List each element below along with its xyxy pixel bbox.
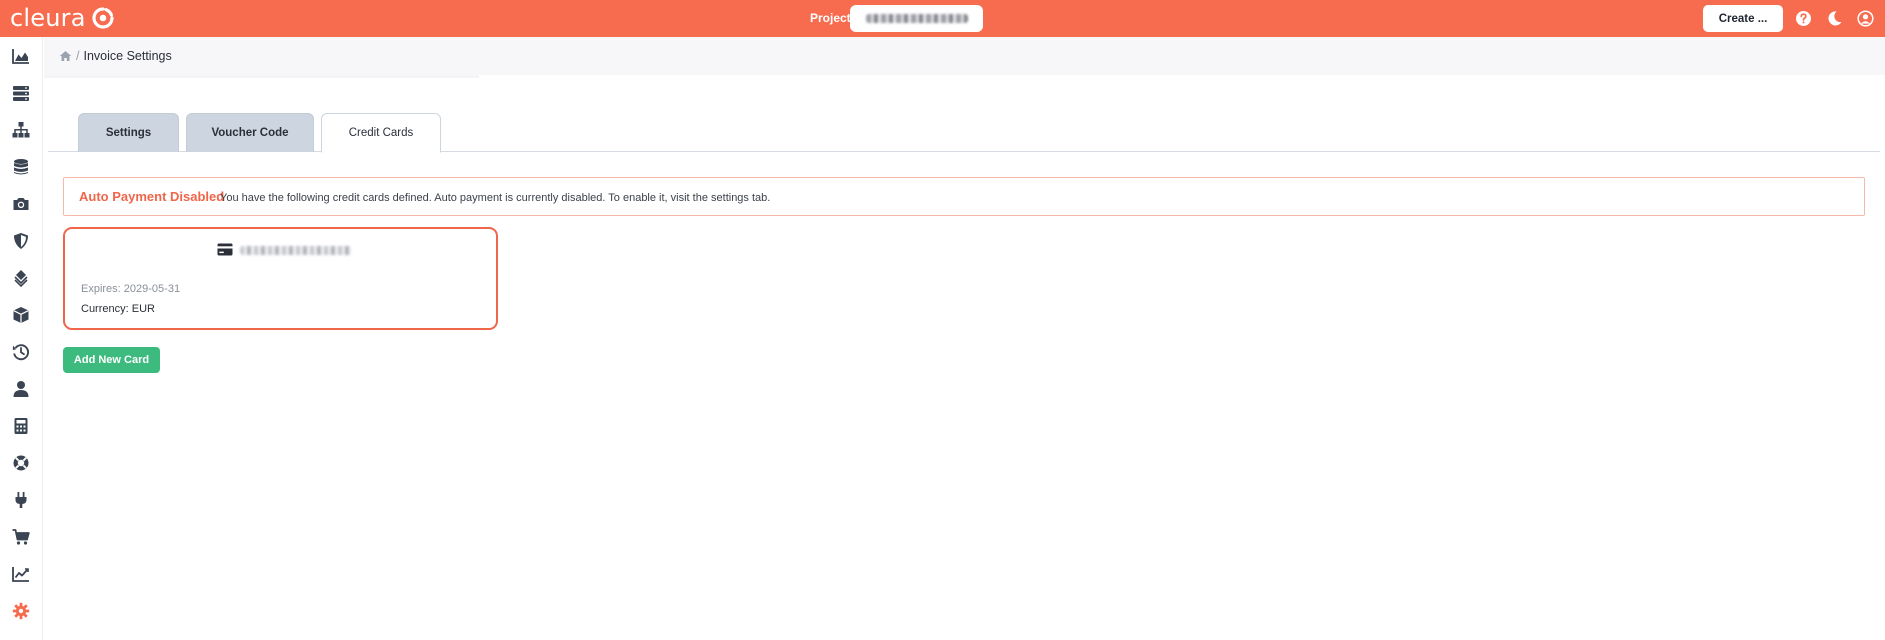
card-currency: Currency: EUR xyxy=(81,303,155,315)
tab-voucher-code[interactable]: Voucher Code xyxy=(186,113,314,152)
tab-credit-cards[interactable]: Credit Cards xyxy=(321,113,441,153)
server-stack-icon[interactable] xyxy=(12,84,30,102)
create-button[interactable]: Create ... xyxy=(1703,5,1783,32)
network-tree-icon[interactable] xyxy=(12,121,30,139)
cleura-logo[interactable]: cleura xyxy=(10,5,114,31)
history-icon[interactable] xyxy=(12,343,30,361)
redacted-card-number xyxy=(240,246,352,255)
card-expiry-date: Expires: 2029-05-31 xyxy=(81,283,181,295)
project-label: Project xyxy=(810,11,851,25)
alert-message: You have the following credit cards defi… xyxy=(220,192,771,204)
camera-icon[interactable] xyxy=(12,195,30,213)
home-icon[interactable] xyxy=(59,50,72,62)
logo-text: cleura xyxy=(10,4,86,32)
page-title: Invoice Settings xyxy=(83,49,172,63)
plug-icon[interactable] xyxy=(12,491,30,509)
life-ring-icon[interactable] xyxy=(12,454,30,472)
auto-payment-alert: Auto Payment Disabled You have the follo… xyxy=(63,177,1865,216)
credit-card-item[interactable]: Expires: 2029-05-31 Currency: EUR xyxy=(63,227,498,330)
logo-mark-icon xyxy=(92,7,114,29)
alert-title: Auto Payment Disabled xyxy=(79,189,225,204)
breadcrumb-bar xyxy=(44,37,1885,75)
cart-icon[interactable] xyxy=(12,528,30,546)
breadcrumb: / Invoice Settings xyxy=(59,49,172,63)
cube-icon[interactable] xyxy=(12,306,30,324)
sidebar xyxy=(0,37,43,640)
line-chart-icon[interactable] xyxy=(12,565,30,583)
redacted-project-name xyxy=(866,14,968,23)
user-icon[interactable] xyxy=(12,380,30,398)
top-bar: cleura Project Create ... xyxy=(0,0,1885,37)
project-selector[interactable] xyxy=(850,5,983,32)
credit-card-icon xyxy=(217,243,233,256)
database-icon[interactable] xyxy=(12,158,30,176)
gear-icon[interactable] xyxy=(12,602,30,620)
layers-icon[interactable] xyxy=(12,269,30,287)
breadcrumb-separator: / xyxy=(76,49,80,63)
calculator-icon[interactable] xyxy=(12,417,30,435)
help-icon[interactable] xyxy=(1795,10,1812,27)
tab-settings[interactable]: Settings xyxy=(78,113,179,152)
shield-icon[interactable] xyxy=(12,232,30,250)
area-chart-icon[interactable] xyxy=(12,47,30,65)
breadcrumb-underline xyxy=(44,75,479,78)
add-new-card-button[interactable]: Add New Card xyxy=(63,347,160,373)
tab-bar: Settings Voucher Code Credit Cards xyxy=(48,113,1880,153)
user-account-icon[interactable] xyxy=(1857,10,1874,27)
dark-mode-moon-icon[interactable] xyxy=(1826,10,1843,27)
